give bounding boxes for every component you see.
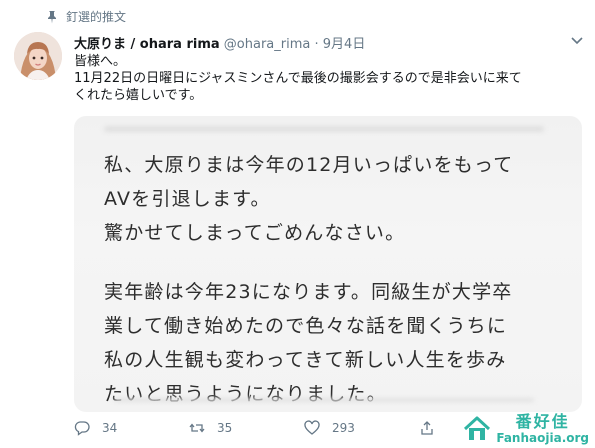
share-icon bbox=[421, 421, 433, 435]
image-text: 私、大原りまは今年の12月いっぱいをもって AVを引退します。 驚かせてしまって… bbox=[104, 148, 513, 411]
watermark: 番好佳 Fanhaojia.org bbox=[462, 414, 589, 444]
reply-icon bbox=[74, 421, 90, 436]
watermark-en: Fanhaojia.org bbox=[496, 431, 589, 445]
separator-dot: · bbox=[314, 37, 319, 52]
watermark-cn: 番好佳 bbox=[515, 412, 570, 431]
tweet-media-image[interactable]: 私、大原りまは今年の12月いっぱいをもって AVを引退します。 驚かせてしまって… bbox=[74, 116, 582, 412]
pinned-indicator: 釘選的推文 bbox=[46, 8, 126, 25]
tweet-date[interactable]: 9月4日 bbox=[323, 37, 366, 52]
image-text-line: たいと思うようになりました。 bbox=[104, 383, 387, 405]
display-name[interactable]: 大原りま / ohara rima bbox=[74, 37, 220, 52]
like-button[interactable]: 293 bbox=[304, 420, 419, 436]
image-text-line: 業して働き始めたので色々な話を聞くうちに bbox=[104, 315, 508, 337]
retweet-count: 35 bbox=[217, 421, 233, 435]
image-text-line: 私の人生観も変わってきて新しい人生を歩み bbox=[104, 349, 507, 371]
like-count: 293 bbox=[332, 421, 355, 435]
tweet-header: 大原りま / ohara rima @ohara_rima · 9月4日 bbox=[74, 33, 365, 52]
reply-button[interactable]: 34 bbox=[74, 420, 189, 436]
image-text-line: 実年齢は今年23になります。同級生が大学卒 bbox=[104, 281, 513, 303]
image-text-gap bbox=[104, 250, 513, 275]
tweet[interactable]: 釘選的推文 大原りま / ohara rima @ohara_rima · 9月… bbox=[0, 0, 595, 448]
watermark-text: 番好佳 Fanhaojia.org bbox=[496, 412, 589, 445]
heart-icon bbox=[304, 420, 320, 435]
blurred-text-top bbox=[104, 126, 544, 132]
retweet-icon bbox=[189, 423, 205, 433]
avatar-image bbox=[14, 32, 62, 80]
chevron-down-icon[interactable] bbox=[571, 36, 583, 46]
image-text-line: AVを引退します。 bbox=[104, 188, 271, 210]
image-text-line: 驚かせてしまってごめんなさい。 bbox=[104, 222, 406, 244]
handle[interactable]: @ohara_rima bbox=[224, 37, 311, 52]
pin-icon bbox=[48, 10, 56, 23]
tweet-line: 11月22日の日曜日にジャスミンさんで最後の撮影会するので是非会いに来て bbox=[74, 71, 522, 86]
reply-count: 34 bbox=[102, 421, 118, 435]
tweet-line: 皆様へ。 bbox=[74, 54, 127, 69]
house-logo-icon bbox=[464, 416, 491, 440]
pinned-label: 釘選的推文 bbox=[66, 10, 127, 24]
blurred-text-bottom bbox=[114, 398, 534, 402]
retweet-button[interactable]: 35 bbox=[189, 420, 304, 436]
avatar[interactable] bbox=[14, 32, 62, 80]
tweet-line: くれたら嬉しいです。 bbox=[74, 88, 203, 103]
tweet-text: 皆様へ。 11月22日の日曜日にジャスミンさんで最後の撮影会するので是非会いに来… bbox=[74, 53, 574, 104]
image-text-line: 私、大原りまは今年の12月いっぱいをもって bbox=[104, 154, 514, 176]
